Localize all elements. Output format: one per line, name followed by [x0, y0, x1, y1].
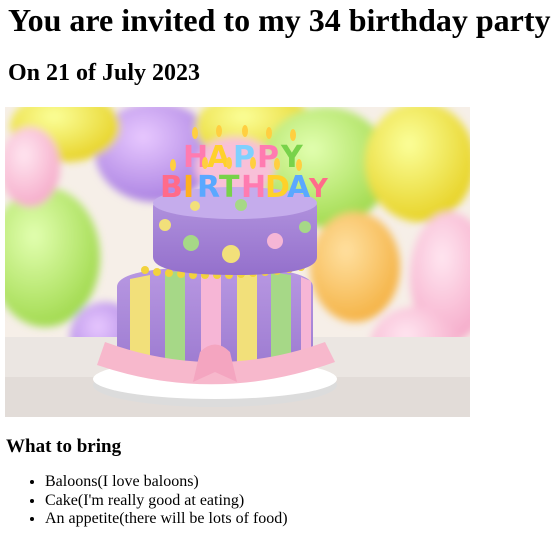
page-content: You are invited to my 34 birthday party … — [0, 2, 553, 529]
page-title: You are invited to my 34 birthday party — [8, 2, 551, 38]
what-to-bring-heading: What to bring — [6, 436, 122, 457]
svg-text:H: H — [241, 170, 266, 205]
svg-text:Y: Y — [308, 174, 329, 204]
list-item: Baloons(I love baloons) — [45, 473, 545, 492]
svg-text:T: T — [219, 170, 240, 205]
bring-list: Baloons(I love baloons) Cake(I'm really … — [8, 473, 545, 529]
svg-text:R: R — [197, 170, 220, 205]
list-item: Cake(I'm really good at eating) — [45, 492, 545, 511]
birthday-cake-photo: H A P P Y B I R T H D A Y — [5, 107, 470, 417]
svg-text:I: I — [183, 170, 194, 205]
party-date: On 21 of July 2023 — [8, 60, 201, 86]
svg-text:A: A — [287, 170, 311, 205]
svg-text:B: B — [160, 170, 183, 205]
list-item: An appetite(there will be lots of food) — [45, 510, 545, 529]
